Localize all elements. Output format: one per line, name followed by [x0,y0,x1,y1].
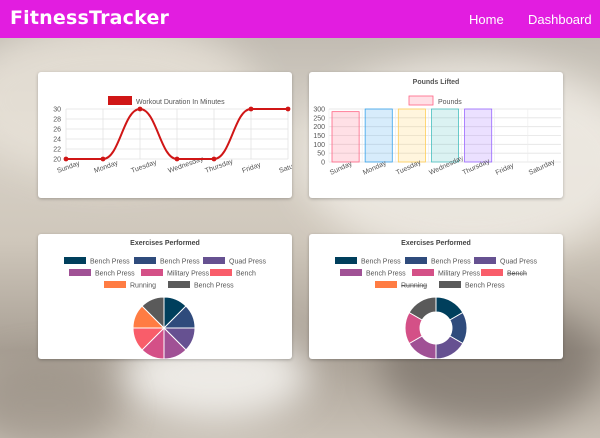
legend-swatch [210,269,232,276]
legend-label: Military Press [438,271,481,278]
data-point [211,156,217,162]
legend-label: Quad Press [229,259,266,266]
pounds-chart-card: Pounds Lifted Pounds 0 50 100 150 200 250 300 Sun… [309,72,563,198]
legend-swatch [375,281,397,288]
legend-swatch [69,269,91,276]
legend-swatch [412,269,434,276]
legend-swatch [474,257,496,264]
data-point [248,106,254,112]
y-tick-label: 300 [313,107,325,114]
chart-title: Exercises Performed [130,240,200,247]
legend-swatch [134,257,156,264]
legend-swatch [340,269,362,276]
legend-swatch [141,269,163,276]
exercises-pie-card: Exercises Performed Bench Press Bench Pres… [38,234,292,360]
legend-label: Bench [236,271,256,278]
y-tick-label: 100 [313,142,325,149]
legend-swatch [64,257,86,264]
y-tick-label: 22 [53,147,61,154]
legend-label: Bench Press [366,271,406,278]
y-tick-label: 28 [53,117,61,124]
y-tick-label: 150 [313,133,325,140]
chart-title: Exercises Performed [401,240,471,247]
duration-line-chart: Workout Duration In Minutes 20 22 24 26 28 30 S… [53,96,307,175]
legend-label: Bench Press [465,283,505,290]
y-tick-label: 20 [53,157,61,164]
legend-swatch [481,269,503,276]
bar [431,108,459,163]
legend-swatch [335,257,357,264]
legend-swatch [168,281,190,288]
x-tick-label: Sunday [329,160,354,177]
legend-label: Running [130,283,156,290]
legend-swatch [408,95,434,106]
y-tick-label: 250 [313,115,325,122]
legend-label: Bench [507,271,527,278]
exercises-doughnut-card: Exercises Performed Bench Press Bench Pres… [309,234,563,360]
legend-label: Bench Press [194,283,234,290]
chart-title: Pounds Lifted [413,79,460,86]
y-tick-label: 50 [317,151,325,158]
brand-logo[interactable]: FitnessTracker [10,7,169,29]
legend-swatch [203,257,225,264]
y-tick-label: 0 [321,160,325,167]
navbar: FitnessTracker Home Dashboard [0,0,600,38]
legend-label: Running [401,283,427,290]
x-tick-label: Friday [495,162,516,177]
pounds-bar-chart: Pounds Lifted Pounds 0 50 100 150 200 250300 Sun… [313,79,561,177]
legend-label: Quad Press [500,259,537,266]
legend-swatch [439,281,461,288]
legend-swatch [405,257,427,264]
legend-label: Bench Press [90,259,130,266]
nav-dashboard-link[interactable]: Dashboard [528,12,592,27]
x-tick-label: Monday [93,160,119,175]
bar [464,108,493,163]
y-tick-label: 24 [53,137,61,144]
legend-label: Bench Press [431,259,471,266]
y-tick-label: 30 [53,107,61,114]
x-tick-label: Saturday [278,159,292,175]
legend-label: Military Press [167,271,210,278]
data-point [63,156,69,162]
x-tick-label: Tuesday [130,159,158,175]
data-point [285,106,291,112]
legend-label: Bench Press [95,271,135,278]
background-photo [0,0,600,438]
exercises-pie-chart: Exercises Performed Bench Press Bench Pres… [64,240,266,360]
nav-home-link[interactable]: Home [469,12,504,27]
x-tick-label: Friday [241,161,262,174]
duration-chart-card: Workout Duration In Minutes 20 22 24 26 28 30 S… [38,72,307,198]
data-point [174,156,180,162]
y-tick-label: 200 [313,124,325,131]
exercises-doughnut-chart: Exercises Performed Bench Press Bench Pres… [335,240,537,360]
legend-label: Workout Duration In Minutes [136,99,225,106]
data-point [137,106,143,112]
x-tick-label: Saturday [528,158,557,176]
x-tick-label: Thursday [204,158,234,175]
bar [397,108,426,163]
legend-swatch [108,96,132,105]
legend-swatch [104,281,126,288]
y-tick-label: 26 [53,127,61,134]
legend-label: Bench Press [361,259,401,266]
bar [331,111,360,163]
legend-label: Bench Press [160,259,200,266]
bar [364,108,393,163]
legend-label: Pounds [438,99,462,106]
data-point [100,156,106,162]
